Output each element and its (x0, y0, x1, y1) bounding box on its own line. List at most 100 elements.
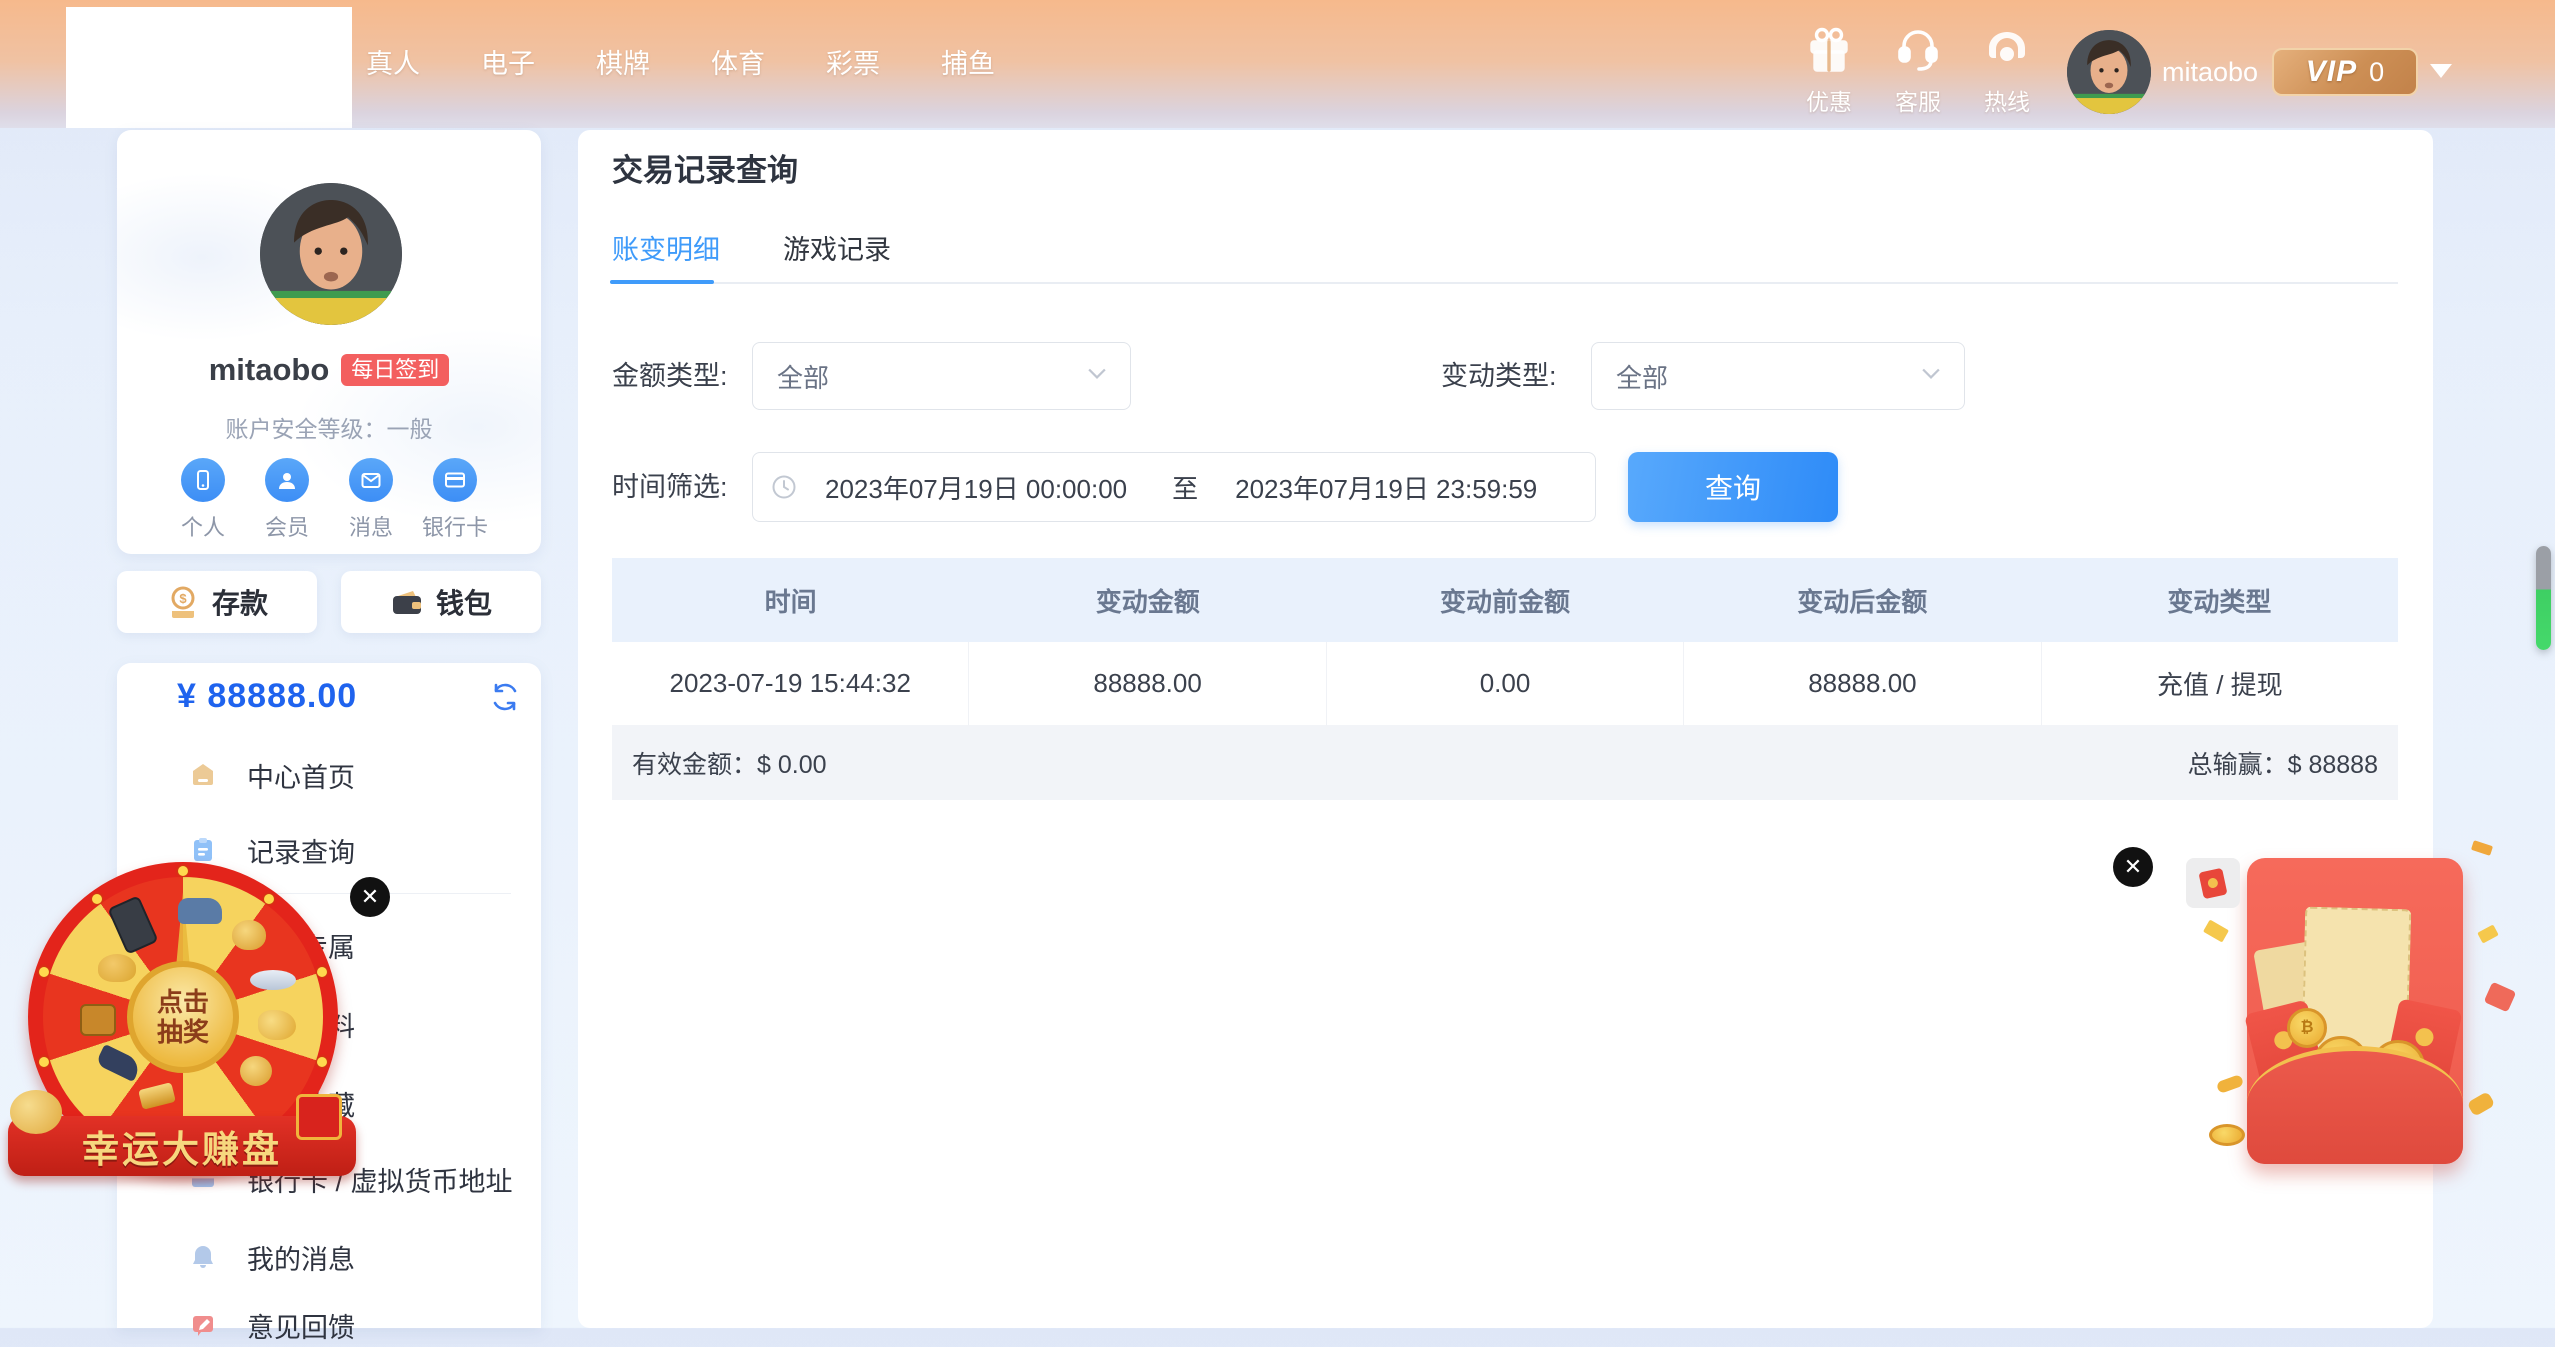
bank-card-icon (433, 458, 477, 502)
cell-before-amount: 0.00 (1326, 642, 1683, 726)
menu-item-feedback[interactable]: 意见回馈 (117, 1303, 541, 1347)
menu-item-home[interactable]: 中心首页 (117, 753, 541, 797)
time-filter-label: 时间筛选: (612, 452, 728, 522)
table-footer: 有效金额：$ 0.00 总输赢：$ 88888 (612, 726, 2398, 800)
cell-change-type: 充值 / 提现 (2041, 642, 2398, 726)
prize-gold-pouch (232, 920, 266, 950)
tab-account-changes[interactable]: 账变明细 (612, 228, 720, 267)
balance-amount: ¥ 88888.00 (177, 677, 357, 716)
shortcut-member[interactable]: 会员 (264, 458, 310, 542)
scroll-indicator[interactable] (2536, 546, 2551, 650)
svg-text:$: $ (179, 591, 187, 606)
customer-service-link[interactable]: 客服 (1887, 24, 1949, 117)
nav-item-lottery[interactable]: 彩票 (826, 49, 880, 79)
headset-icon (1895, 24, 1941, 79)
coin-floor (2209, 1124, 2245, 1146)
wheel-spin-button[interactable]: 点击抽奖 (127, 961, 239, 1073)
shortcut-personal-label: 个人 (181, 510, 225, 542)
wheel-close-button[interactable]: ✕ (350, 877, 390, 917)
prize-car (178, 898, 222, 924)
prize-gold-bear (240, 1056, 272, 1086)
prize-gold-nuggets (258, 1010, 296, 1040)
main-nav: 真人 电子 棋牌 体育 彩票 捕鱼 (366, 49, 1056, 79)
table-row: 2023-07-19 15:44:32 88888.00 0.00 88888.… (612, 642, 2398, 726)
hotline-label: 热线 (1984, 83, 2030, 117)
profile-username: mitaobo (209, 352, 330, 388)
query-button[interactable]: 查询 (1628, 452, 1838, 522)
cell-change-amount: 88888.00 (968, 642, 1325, 726)
gift-box-decoration (296, 1094, 342, 1140)
hotline-link[interactable]: 热线 (1976, 24, 2038, 117)
vip-label: VIP (2306, 55, 2357, 89)
col-change-type: 变动类型 (2041, 558, 2398, 642)
prize-crab (98, 954, 136, 982)
wallet-button[interactable]: 钱包 (341, 571, 541, 633)
red-envelope-promo[interactable]: ₿ ₿ ₿ (2247, 858, 2463, 1164)
header-username: mitaobo (2162, 56, 2258, 88)
gold-pig-decoration (10, 1090, 62, 1134)
envelope-thumbnail[interactable] (2186, 858, 2240, 908)
person-icon (265, 458, 309, 502)
home-icon (189, 761, 217, 789)
date-range-input[interactable]: 2023年07月19日 00:00:00 至 2023年07月19日 23:59… (752, 452, 1596, 522)
nav-item-slots[interactable]: 电子 (481, 49, 535, 79)
coin-small: ₿ (2287, 1008, 2327, 1048)
nav-item-cards[interactable]: 棋牌 (596, 49, 650, 79)
total-winloss-value: $ 88888 (2288, 751, 2378, 779)
phone-icon (1984, 24, 2030, 79)
valid-amount-label: 有效金额： (632, 751, 757, 779)
col-after-amount: 变动后金额 (1684, 558, 2041, 642)
total-winloss-label: 总输赢： (2188, 751, 2288, 779)
transactions-table: 时间 变动金额 变动前金额 变动后金额 变动类型 2023-07-19 15:4… (612, 558, 2398, 800)
shortcut-messages-label: 消息 (349, 510, 393, 542)
chevron-down-icon (1088, 367, 1106, 385)
amount-type-select[interactable]: 全部 (752, 342, 1131, 410)
amount-type-label: 金额类型: (612, 342, 728, 410)
shortcut-personal[interactable]: 个人 (180, 458, 226, 542)
shortcut-bankcard[interactable]: 银行卡 (432, 458, 478, 542)
promotions-label: 优惠 (1806, 83, 1852, 117)
mobile-icon (181, 458, 225, 502)
deposit-coin-icon: $ (166, 585, 200, 619)
chevron-down-icon[interactable] (2430, 64, 2452, 78)
cell-time: 2023-07-19 15:44:32 (612, 642, 968, 726)
header-quick-links: 优惠 客服 热线 (1798, 24, 2038, 117)
top-header: 真人 电子 棋牌 体育 彩票 捕鱼 优惠 (0, 0, 2555, 128)
col-before-amount: 变动前金额 (1326, 558, 1683, 642)
page-title: 交易记录查询 (612, 145, 798, 190)
profile-avatar[interactable] (260, 183, 402, 325)
nav-item-fishing[interactable]: 捕鱼 (941, 49, 995, 79)
shortcut-bankcard-label: 银行卡 (422, 510, 488, 542)
active-tab-indicator (610, 280, 714, 284)
clock-icon (771, 474, 797, 500)
menu-item-my-messages[interactable]: 我的消息 (117, 1235, 541, 1279)
nav-item-sports[interactable]: 体育 (711, 49, 765, 79)
date-separator: 至 (1172, 469, 1198, 506)
change-type-select[interactable]: 全部 (1591, 342, 1965, 410)
shortcut-messages[interactable]: 消息 (348, 458, 394, 542)
profile-card: mitaobo 每日签到 账户安全等级：一般 个人 会员 消息 银行卡 (117, 130, 541, 554)
envelope-close-button[interactable]: ✕ (2113, 847, 2153, 887)
date-to-value: 2023年07月19日 23:59:59 (1235, 469, 1537, 506)
site-logo[interactable] (66, 7, 352, 128)
records-icon (189, 836, 217, 864)
mini-envelope-icon (2198, 867, 2227, 898)
vip-level: 0 (2369, 57, 2384, 88)
refresh-icon[interactable] (489, 681, 521, 713)
valid-amount-value: $ 0.00 (757, 751, 827, 779)
tab-game-records[interactable]: 游戏记录 (783, 228, 891, 267)
deposit-button[interactable]: $ 存款 (117, 571, 317, 633)
gift-icon (1806, 24, 1852, 79)
header-avatar[interactable] (2067, 30, 2151, 114)
security-level-text: 账户安全等级：一般 (117, 410, 541, 444)
prize-ingot (250, 970, 296, 990)
table-header-row: 时间 变动金额 变动前金额 变动后金额 变动类型 (612, 558, 2398, 642)
promotions-link[interactable]: 优惠 (1798, 24, 1860, 117)
cell-after-amount: 88888.00 (1683, 642, 2040, 726)
daily-signin-badge[interactable]: 每日签到 (341, 354, 449, 386)
wallet-icon (390, 585, 424, 619)
vip-badge[interactable]: VIP 0 (2272, 48, 2418, 96)
mail-icon (349, 458, 393, 502)
nav-item-live[interactable]: 真人 (366, 49, 420, 79)
bell-icon (189, 1243, 217, 1271)
